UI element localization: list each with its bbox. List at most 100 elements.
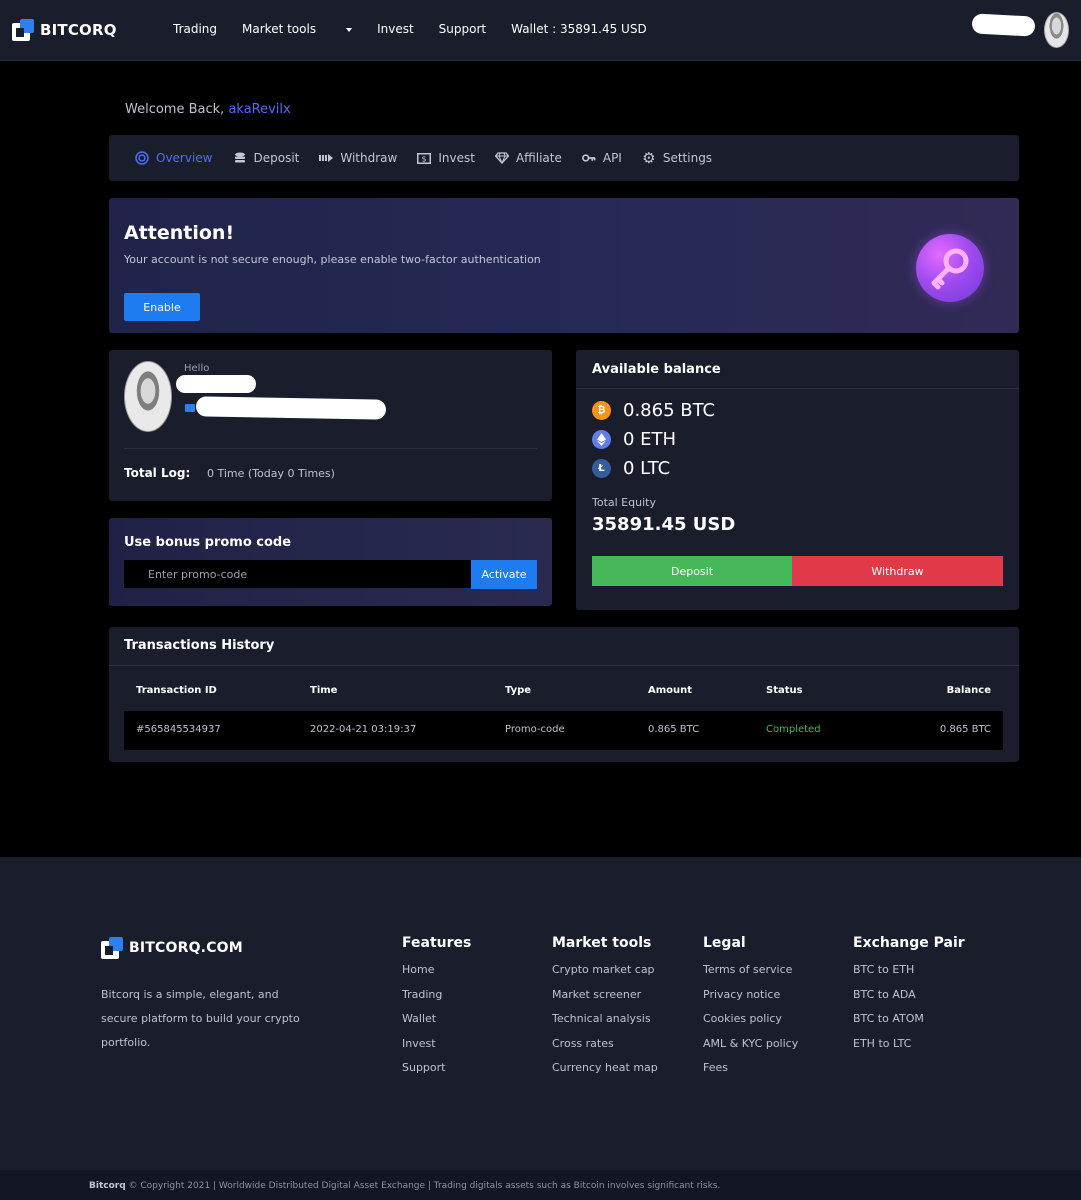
footer-column-title: Market tools [552,935,652,951]
litecoin-icon: Ł [592,459,611,478]
security-alert: Attention! Your account is not secure en… [109,198,1019,333]
nav-trading[interactable]: Trading [173,22,217,36]
footer-link[interactable]: Fees [703,1061,798,1086]
tab-withdraw-label: Withdraw [340,151,398,165]
promo-code-input[interactable] [124,560,472,588]
target-icon [135,151,149,165]
footer-link[interactable]: Privacy notice [703,988,798,1013]
column-header-amount: Amount [648,685,693,696]
footer-column-title: Exchange Pair [853,935,965,951]
balance-title: Available balance [592,362,721,377]
brand-logo[interactable]: BITCORQ [12,19,117,41]
coin-eth: 0 ETH [592,429,676,450]
column-header-type: Type [505,685,532,696]
footer-link[interactable]: Invest [402,1037,471,1062]
redacted-email [195,396,387,420]
top-header: BITCORQ Trading Market tools Invest Supp… [0,0,1081,61]
footer-link[interactable]: Home [402,963,471,988]
footer-link[interactable]: BTC to ADA [853,988,965,1013]
tab-affiliate[interactable]: Affiliate [494,151,562,165]
hello-label: Hello [184,363,210,374]
table-row: #565845534937 2022-04-21 03:19:37 Promo-… [124,711,1003,750]
footer-column-exchange-pair: Exchange Pair BTC to ETH BTC to ADA BTC … [853,935,965,1061]
tab-invest[interactable]: $ Invest [417,151,475,165]
footer-link[interactable]: Trading [402,988,471,1013]
copyright-text: © Copyright 2021 | Worldwide Distributed… [128,1181,721,1191]
column-header-status: Status [766,685,803,696]
column-header-balance: Balance [946,685,991,696]
footer-link[interactable]: Cookies policy [703,1012,798,1037]
tab-invest-label: Invest [438,151,475,165]
main-nav: Trading Market tools Invest Support Wall… [173,22,672,36]
cell-time: 2022-04-21 03:19:37 [310,724,417,735]
enable-2fa-button[interactable]: Enable [124,293,200,321]
welcome-message: Welcome Back, akaRevilx [125,102,291,117]
key-icon [581,151,596,165]
divider [109,665,1019,666]
nav-market-tools[interactable]: Market tools [242,22,353,36]
tab-api-label: API [602,151,622,165]
footer-link[interactable]: AML & KYC policy [703,1037,798,1062]
divider [576,388,1019,389]
chevron-down-icon [346,27,353,32]
footer-link[interactable]: Cross rates [552,1037,658,1062]
footer-link[interactable]: ETH to LTC [853,1037,965,1062]
coin-eth-amount: 0 ETH [623,429,677,450]
tab-withdraw[interactable]: Withdraw [319,151,397,165]
tab-deposit[interactable]: Deposit [233,151,300,165]
mail-icon [185,404,195,412]
account-tabs: Overview Deposit Withdraw $ Invest Affil… [109,135,1019,181]
footer-link[interactable]: Wallet [402,1012,471,1037]
profile-avatar [124,361,172,432]
tab-settings[interactable]: ⚙ Settings [642,149,713,167]
diamond-icon [494,151,509,165]
deposit-button[interactable]: Deposit [592,556,792,586]
tab-settings-label: Settings [662,151,713,165]
cell-status: Completed [766,724,821,735]
column-header-transaction-id: Transaction ID [136,685,217,696]
cell-amount: 0.865 BTC [648,724,700,735]
nav-market-tools-label: Market tools [242,22,317,36]
coin-ltc: Ł 0 LTC [592,458,670,479]
cell-transaction-id: #565845534937 [136,724,221,735]
withdraw-button[interactable]: Withdraw [792,556,1003,586]
tab-overview-label: Overview [156,151,213,165]
footer-link[interactable]: Currency heat map [552,1061,658,1086]
tab-deposit-label: Deposit [253,151,300,165]
alert-title: Attention! [124,222,235,244]
footer-column-features: Features Home Trading Wallet Invest Supp… [402,935,471,1086]
copyright-bar: Bitcorq © Copyright 2021 | Worldwide Dis… [0,1170,1081,1200]
cell-type: Promo-code [505,724,565,735]
nav-wallet[interactable]: Wallet : 35891.45 USD [511,22,647,36]
footer-link[interactable]: Support [402,1061,471,1086]
coin-ltc-amount: 0 LTC [623,458,671,479]
site-footer: BITCORQ.COM Bitcorq is a simple, elegant… [0,857,1081,1170]
bitcoin-icon: ₿ [592,401,611,420]
total-equity-value: 35891.45 USD [592,514,736,535]
ethereum-icon [592,430,611,449]
footer-link[interactable]: Crypto market cap [552,963,658,988]
copyright-brand[interactable]: Bitcorq [89,1181,126,1191]
footer-column-title: Features [402,935,472,951]
tab-api[interactable]: API [581,151,622,165]
footer-link[interactable]: Terms of service [703,963,798,988]
transactions-title: Transactions History [124,638,275,653]
tab-overview[interactable]: Overview [135,151,213,165]
activate-button[interactable]: Activate [471,560,537,589]
total-log-label: Total Log: [124,466,191,480]
dollar-bill-icon: $ [417,151,432,165]
nav-support[interactable]: Support [439,22,486,36]
total-log-value: 0 Time (Today 0 Times) [207,467,335,480]
nav-invest[interactable]: Invest [377,22,414,36]
welcome-username[interactable]: akaRevilx [228,102,290,117]
footer-link[interactable]: Market screener [552,988,658,1013]
footer-column-market-tools: Market tools Crypto market cap Market sc… [552,935,658,1086]
footer-link[interactable]: BTC to ETH [853,963,965,988]
footer-link[interactable]: Technical analysis [552,1012,658,1037]
user-avatar[interactable] [1044,12,1069,48]
withdraw-arrows-icon [319,151,334,165]
footer-logo[interactable]: BITCORQ.COM [101,937,243,959]
cell-balance: 0.865 BTC [939,724,991,735]
alert-text: Your account is not secure enough, pleas… [124,253,541,266]
footer-link[interactable]: BTC to ATOM [853,1012,965,1037]
